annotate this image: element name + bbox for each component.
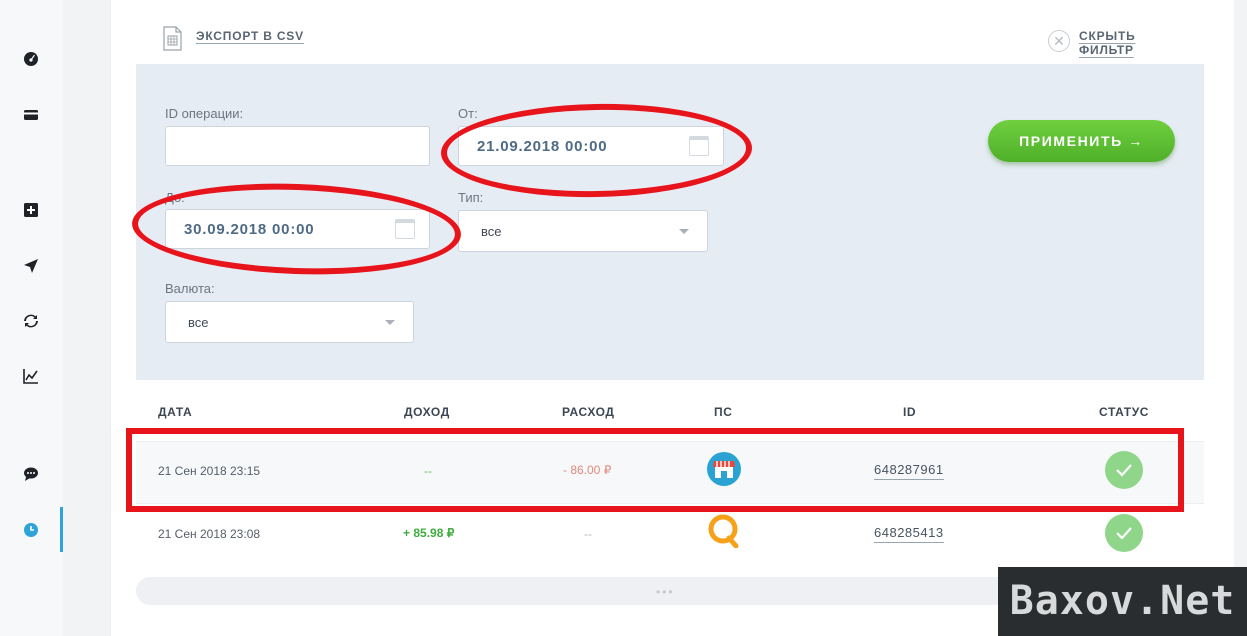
exchange-icon[interactable] xyxy=(22,312,40,330)
history-icon[interactable] xyxy=(22,521,40,539)
col-income[interactable]: ДОХОД xyxy=(404,405,450,419)
col-id[interactable]: ID xyxy=(903,405,916,419)
card-icon[interactable] xyxy=(22,106,40,124)
toolbar: ЭКСПОРТ В CSV ✕ СКРЫТЬ ФИЛЬТР xyxy=(160,24,1190,57)
col-ps[interactable]: ПС xyxy=(714,405,733,419)
chat-icon[interactable] xyxy=(22,465,40,483)
hide-filter-link[interactable]: СКРЫТЬ ФИЛЬТР xyxy=(1079,29,1190,57)
type-select[interactable]: все xyxy=(458,210,708,252)
chevron-down-icon xyxy=(679,229,689,234)
chart-icon[interactable] xyxy=(22,367,40,385)
check-icon xyxy=(1105,514,1143,552)
apply-button[interactable]: ПРИМЕНИТЬ → xyxy=(988,120,1175,162)
table-row[interactable] xyxy=(136,503,1204,565)
currency-select-value: все xyxy=(188,315,209,330)
more-dots: ••• xyxy=(656,585,675,599)
currency-label: Валюта: xyxy=(165,281,215,296)
op-id-input[interactable] xyxy=(165,126,430,166)
export-csv-link[interactable]: ЭКСПОРТ В CSV xyxy=(196,29,304,43)
op-id-label: ID операции: xyxy=(165,106,244,121)
currency-select[interactable]: все xyxy=(165,301,414,343)
row-date: 21 Сен 2018 23:08 xyxy=(158,527,261,541)
csv-file-icon xyxy=(163,26,182,51)
annotation-box xyxy=(126,428,1184,512)
operation-id-link[interactable]: 648285413 xyxy=(874,525,944,543)
type-label: Тип: xyxy=(458,190,484,205)
col-status[interactable]: СТАТУС xyxy=(1099,405,1149,419)
row-expense: -- xyxy=(584,527,592,541)
add-icon[interactable] xyxy=(22,201,40,219)
qiwi-icon xyxy=(708,514,739,548)
dashboard-icon[interactable] xyxy=(22,50,40,68)
send-icon[interactable] xyxy=(22,257,40,275)
type-select-value: все xyxy=(481,224,502,239)
sidebar xyxy=(0,0,63,636)
row-income: + 85.98 ₽ xyxy=(403,526,455,540)
close-icon[interactable]: ✕ xyxy=(1048,30,1070,52)
chevron-down-icon xyxy=(385,320,395,325)
col-date[interactable]: ДАТА xyxy=(158,405,192,419)
col-expense[interactable]: РАСХОД xyxy=(562,405,615,419)
watermark: Baxov.Net xyxy=(998,567,1247,636)
from-label: От: xyxy=(458,106,478,121)
